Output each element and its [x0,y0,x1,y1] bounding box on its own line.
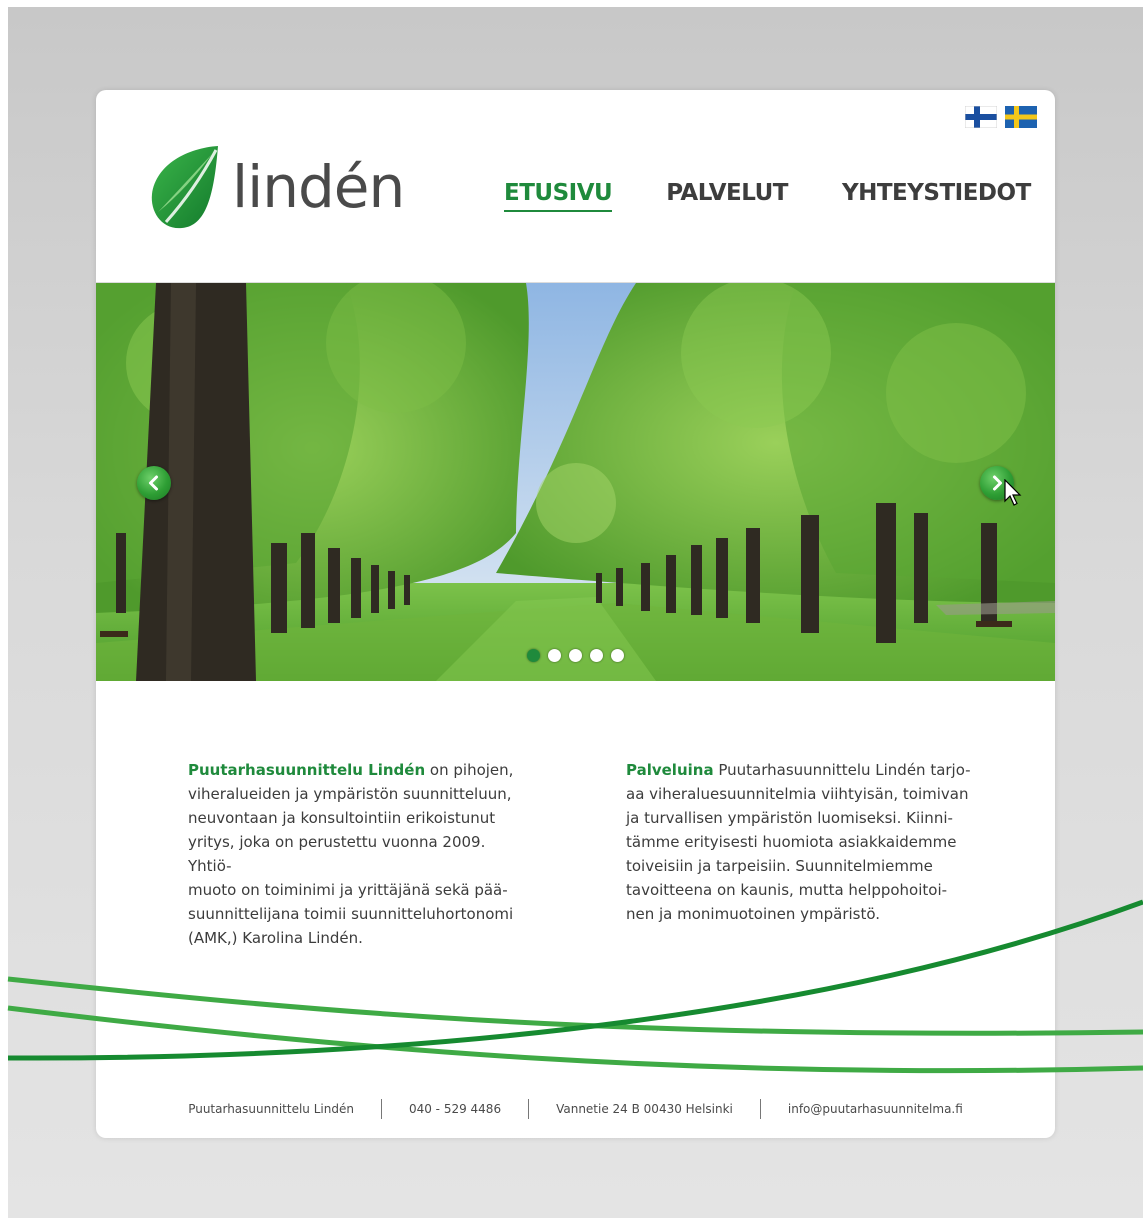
tree-avenue-image [96,283,1055,681]
intro-left-line: (AMK,) Karolina Lindén. [188,929,363,947]
intro-right-line: ja turvallisen ympäristön luomiseksi. Ki… [626,809,953,827]
main-nav: ETUSIVU PALVELUT YHTEYSTIEDOT [504,180,1055,212]
intro-left-line: on pihojen, [425,761,514,779]
sweden-flag-icon[interactable] [1005,106,1037,128]
intro-right-line: tavoitteena on kaunis, mutta helppohoito… [626,881,948,899]
brand-logo[interactable]: lindén [148,142,405,232]
slider-dot-2[interactable] [548,649,561,662]
intro-right-highlight: Palveluina [626,761,714,779]
slider-dot-3[interactable] [569,649,582,662]
nav-item-yhteystiedot[interactable]: YHTEYSTIEDOT [842,180,1031,212]
intro-left-line: suunnittelijana toimii suunnitteluhorton… [188,905,514,923]
nav-item-etusivu[interactable]: ETUSIVU [504,180,613,212]
slider-dot-1[interactable] [527,649,540,662]
mouse-pointer-icon [1004,479,1022,506]
slider-pagination [527,649,624,662]
finland-flag-icon[interactable] [965,106,997,128]
intro-right-column: Palveluina Puutarhasuunnittelu Lindén ta… [626,758,971,926]
image-slider [96,282,1055,681]
nav-item-palvelut[interactable]: PALVELUT [666,180,788,212]
intro-right-line: aa viheraluesuunnitelmia viihtyisän, toi… [626,785,969,803]
slider-prev-button[interactable] [137,466,171,500]
slider-dot-5[interactable] [611,649,624,662]
site-container: lindén ETUSIVU PALVELUT YHTEYSTIEDOT Puu… [96,90,1055,1138]
language-switcher [965,106,1037,128]
leaf-logo-icon [151,146,218,229]
intro-left-line: neuvontaan ja konsultointiin erikoistunu… [188,809,496,827]
intro-right-line: toiveisiin ja tarpeisiin. Suunnitelmiemm… [626,857,933,875]
intro-right-line: nen ja monimuotoinen ympäristö. [626,905,881,923]
footer-company: Puutarhasuunnittelu Lindén [188,1102,354,1116]
slider-dot-4[interactable] [590,649,603,662]
intro-left-line: muoto on toiminimi ja yrittäjänä sekä pä… [188,881,508,899]
chevron-left-icon [149,475,158,491]
intro-left-line: viheralueiden ja ympäristön suunnitteluu… [188,785,512,803]
intro-left-highlight: Puutarhasuunnittelu Lindén [188,761,426,779]
intro-right-line: tämme erityisesti huomiota asiakkaidemme [626,833,957,851]
intro-left-line: yritys, joka on perustettu vuonna 2009. … [188,833,486,875]
site-footer: Puutarhasuunnittelu Lindén 040 - 529 448… [96,1099,1055,1119]
footer-phone[interactable]: 040 - 529 4486 [382,1102,528,1116]
footer-address: Vannetie 24 B 00430 Helsinki [556,1102,733,1116]
footer-email[interactable]: info@puutarhasuunnitelma.fi [761,1102,990,1116]
intro-right-line: Puutarhasuunnittelu Lindén tarjo- [713,761,971,779]
intro-left-column: Puutarhasuunnittelu Lindén on pihojen, v… [188,758,533,950]
brand-name: lindén [232,153,405,221]
